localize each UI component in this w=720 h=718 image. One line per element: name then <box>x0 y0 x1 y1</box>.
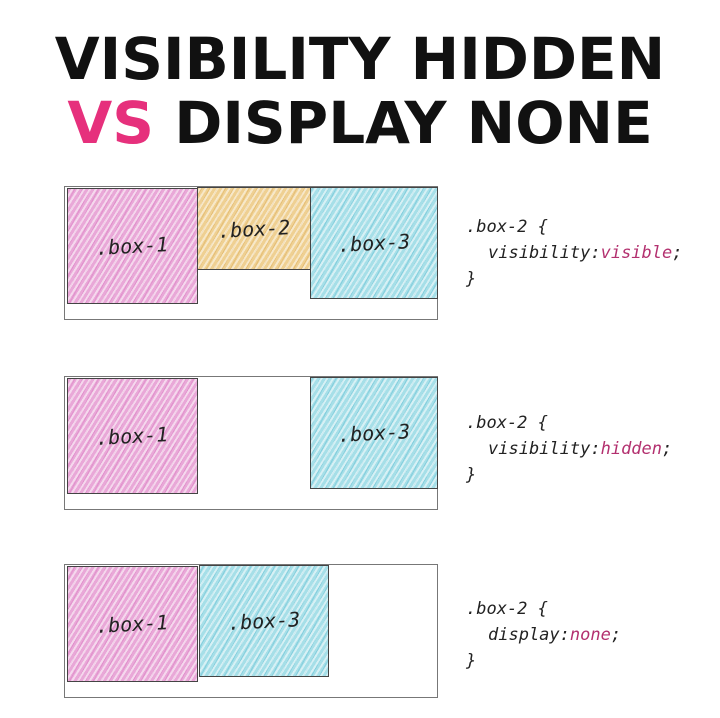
code-declaration: visibility:visible; <box>488 243 683 263</box>
code-display-none: .box-2 { display:none; } <box>466 596 621 674</box>
title-line-2: VS DISPLAY NONE <box>0 94 720 152</box>
code-declaration: display:none; <box>488 625 622 645</box>
code-selector: .box-2 { <box>466 413 548 433</box>
code-declaration: visibility:hidden; <box>488 439 673 459</box>
panel-visible: .box-1 .box-2 .box-3 <box>64 186 438 320</box>
code-close: } <box>466 651 477 671</box>
code-close: } <box>466 465 477 485</box>
box-1-label: .box-1 <box>95 232 170 260</box>
box-3: .box-3 <box>310 187 438 299</box>
code-selector: .box-2 { <box>466 599 548 619</box>
title-vs: VS <box>67 89 154 157</box>
box-1: .box-1 <box>67 566 198 682</box>
code-close: } <box>466 269 477 289</box>
box-3: .box-3 <box>199 565 329 677</box>
title-display-none: DISPLAY NONE <box>174 89 653 157</box>
code-value: visible <box>600 243 673 263</box>
code-value: none <box>569 625 611 645</box>
box-3-label: .box-3 <box>227 607 301 635</box>
code-value: hidden <box>600 439 663 459</box>
code-hidden: .box-2 { visibility:hidden; } <box>466 410 672 488</box>
panel-hidden: .box-1 .box-3 <box>64 376 438 510</box>
box-1: .box-1 <box>67 188 198 304</box>
box-1-label: .box-1 <box>95 610 170 638</box>
box-1: .box-1 <box>67 378 198 494</box>
code-visible: .box-2 { visibility:visible; } <box>466 214 683 292</box>
box-3: .box-3 <box>310 377 438 489</box>
box-2-label: .box-2 <box>217 214 291 243</box>
box-1-label: .box-1 <box>95 422 170 450</box>
box-2: .box-2 <box>197 187 311 270</box>
code-selector: .box-2 { <box>466 217 548 237</box>
panel-display-none: .box-1 .box-3 <box>64 564 438 698</box>
box-3-label: .box-3 <box>337 229 411 257</box>
box-3-label: .box-3 <box>337 419 411 447</box>
title-line-1: VISIBILITY HIDDEN <box>54 25 666 93</box>
